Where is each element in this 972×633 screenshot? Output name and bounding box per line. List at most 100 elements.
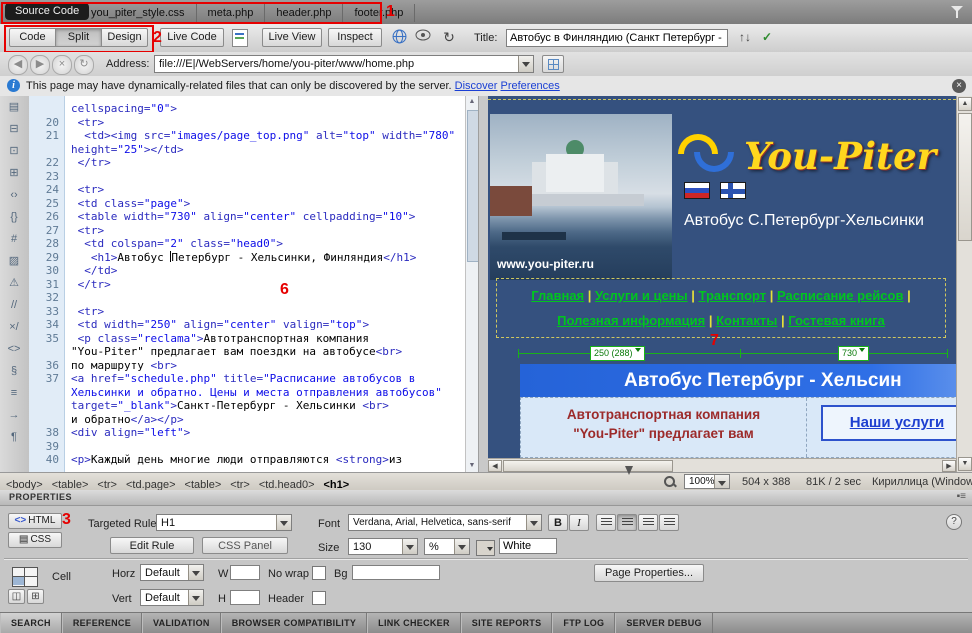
css-panel-button[interactable]: CSS Panel	[202, 537, 288, 554]
content-table[interactable]: Автотранспортная компания "You-Piter" пр…	[520, 397, 956, 458]
recent-snippets-icon[interactable]: §	[0, 360, 28, 382]
code-line[interactable]: 30 </td>	[29, 264, 465, 278]
validate-markup-icon[interactable]: ✓	[758, 29, 776, 47]
select-tool-icon[interactable]	[620, 475, 636, 489]
refresh-icon[interactable]: ↻	[74, 55, 94, 75]
indent-code-icon[interactable]: →	[0, 404, 28, 426]
refresh-design-view-icon[interactable]: ↻	[440, 29, 458, 47]
design-nav-link[interactable]: Услуги и цены	[595, 288, 688, 303]
syntax-error-alerts-icon[interactable]: ⚠	[0, 272, 28, 294]
text-color-input[interactable]	[499, 538, 557, 554]
header-checkbox[interactable]	[312, 591, 326, 605]
discover-link[interactable]: Discover	[455, 80, 498, 92]
apply-comment-icon[interactable]: //	[0, 294, 28, 316]
design-nav-link[interactable]: Контакты	[716, 313, 777, 328]
code-line[interactable]: 27 <tr>	[29, 224, 465, 238]
code-line[interactable]: height="25"></td>	[29, 143, 465, 157]
italic-button[interactable]: I	[569, 514, 589, 531]
code-line[interactable]: 29 <h1>Автобус Петербург - Хельсинки, Фи…	[29, 251, 465, 265]
code-line[interactable]: 26 <table width="730" align="center" cel…	[29, 210, 465, 224]
panel-tab-browser-compatibility[interactable]: BROWSER COMPATIBILITY	[221, 613, 367, 633]
scroll-down-icon[interactable]: ▼	[958, 457, 972, 471]
code-line[interactable]: 31 </tr>	[29, 278, 465, 292]
scroll-up-icon[interactable]: ▲	[466, 96, 478, 108]
code-line[interactable]: 36по маршруту <br>	[29, 359, 465, 373]
scroll-down-icon[interactable]: ▼	[466, 460, 478, 472]
panel-tab-search[interactable]: SEARCH	[0, 613, 62, 633]
preview-in-browser-icon[interactable]	[390, 29, 408, 47]
design-horizontal-scrollbar[interactable]: ◀ ▶	[488, 458, 956, 473]
filter-related-files-icon[interactable]	[951, 6, 964, 18]
remove-comment-icon[interactable]: ×/	[0, 316, 28, 338]
close-icon[interactable]: ×	[952, 79, 966, 93]
design-view[interactable]: www.you-piter.ru You-Piter Автобус С.Пет…	[488, 96, 972, 472]
file-management-icon[interactable]: ↑↓	[736, 29, 754, 47]
collapse-full-tag-icon[interactable]: ⊟	[0, 118, 28, 140]
cell-height-input[interactable]	[230, 590, 260, 605]
design-view-content[interactable]: www.you-piter.ru You-Piter Автобус С.Пет…	[488, 96, 956, 458]
forward-icon[interactable]: ▶	[30, 55, 50, 75]
document-title-input[interactable]	[506, 29, 728, 47]
panel-tab-validation[interactable]: VALIDATION	[142, 613, 221, 633]
balance-braces-icon[interactable]: {}	[0, 206, 28, 228]
code-line[interactable]: 25 <td class="page">	[29, 197, 465, 211]
collapse-selection-icon[interactable]: ⊡	[0, 140, 28, 162]
source-code-tab[interactable]: Source Code	[5, 3, 89, 20]
scrollbar-thumb[interactable]	[503, 460, 673, 472]
cell-bg-input[interactable]	[352, 565, 440, 580]
code-line[interactable]: 21 <td><img src="images/page_top.png" al…	[29, 129, 465, 143]
preferences-link[interactable]: Preferences	[500, 80, 559, 92]
line-numbers-icon[interactable]: #	[0, 228, 28, 250]
chevron-down-icon[interactable]	[518, 56, 533, 72]
design-nav-link[interactable]: Транспорт	[699, 288, 767, 303]
page-heading-bar[interactable]: Автобус Петербург - Хельсин	[520, 364, 956, 397]
size-unit-select[interactable]: %	[424, 538, 470, 555]
expand-all-icon[interactable]: ⊞	[0, 162, 28, 184]
align-center-button[interactable]	[617, 514, 637, 531]
code-line[interactable]: 23	[29, 170, 465, 184]
panel-tab-site-reports[interactable]: SITE REPORTS	[461, 613, 553, 633]
code-line[interactable]: 35 <p class="reclama">Автотранспортная к…	[29, 332, 465, 346]
panel-tab-reference[interactable]: REFERENCE	[62, 613, 142, 633]
live-code-button[interactable]: Live Code	[160, 28, 224, 47]
format-source-code-icon[interactable]: ¶	[0, 426, 28, 448]
css-mode-button[interactable]: ▤CSS	[8, 532, 62, 548]
split-view-button[interactable]: Split	[55, 28, 102, 47]
panel-tab-server-debug[interactable]: SERVER DEBUG	[615, 613, 712, 633]
inspect-button[interactable]: Inspect	[328, 28, 382, 47]
align-right-button[interactable]	[638, 514, 658, 531]
visual-aids-icon[interactable]	[414, 29, 432, 47]
font-size-select[interactable]: 130	[348, 538, 418, 555]
code-line[interactable]: 37<a href="schedule.php" title="Расписан…	[29, 372, 465, 386]
merge-cells-icon[interactable]: ◫	[8, 589, 25, 604]
scroll-up-icon[interactable]: ▲	[958, 97, 972, 111]
font-select[interactable]: Verdana, Arial, Helvetica, sans-serif	[348, 514, 542, 531]
move-css-icon[interactable]: ≡	[0, 382, 28, 404]
design-nav-link[interactable]: Гостевая книга	[788, 313, 885, 328]
hand-tool-icon[interactable]	[642, 475, 658, 489]
code-line[interactable]: 34 <td width="250" align="center" valign…	[29, 318, 465, 332]
column-width-menu[interactable]: 250 (288)	[590, 346, 645, 361]
related-file-tab[interactable]: footer.php	[343, 4, 415, 22]
align-justify-button[interactable]	[659, 514, 679, 531]
edit-rule-button[interactable]: Edit Rule	[110, 537, 194, 554]
horz-align-select[interactable]: Default	[140, 564, 204, 581]
select-parent-tag-icon[interactable]: ‹›	[0, 184, 28, 206]
address-input[interactable]: file:///E|/WebServers/home/you-piter/www…	[154, 55, 534, 73]
code-line[interactable]: Хельсинки и обратно. Цены и места отправ…	[29, 386, 465, 400]
code-line[interactable]: и обратно</a></p>	[29, 413, 465, 427]
live-view-options-icon[interactable]	[542, 55, 564, 73]
reclama-cell[interactable]: Автотранспортная компания "You-Piter" пр…	[521, 398, 807, 457]
design-nav-link[interactable]: Полезная информация	[557, 313, 705, 328]
code-line[interactable]: target="_blank">Санкт-Петербург - Хельси…	[29, 399, 465, 413]
code-line[interactable]: 33 <tr>	[29, 305, 465, 319]
code-line[interactable]: 38<div align="left">	[29, 426, 465, 440]
code-line[interactable]: 40<p>Каждый день многие люди отправляютс…	[29, 453, 465, 467]
scroll-left-icon[interactable]: ◀	[488, 460, 502, 472]
design-nav-link[interactable]: Главная	[531, 288, 584, 303]
design-vertical-scrollbar[interactable]: ▲ ▼	[956, 96, 972, 472]
table-width-menu[interactable]: 730	[838, 346, 869, 361]
panel-tab-link-checker[interactable]: LINK CHECKER	[367, 613, 461, 633]
related-file-tab[interactable]: you_piter_style.css	[80, 4, 197, 22]
scroll-right-icon[interactable]: ▶	[942, 460, 956, 472]
